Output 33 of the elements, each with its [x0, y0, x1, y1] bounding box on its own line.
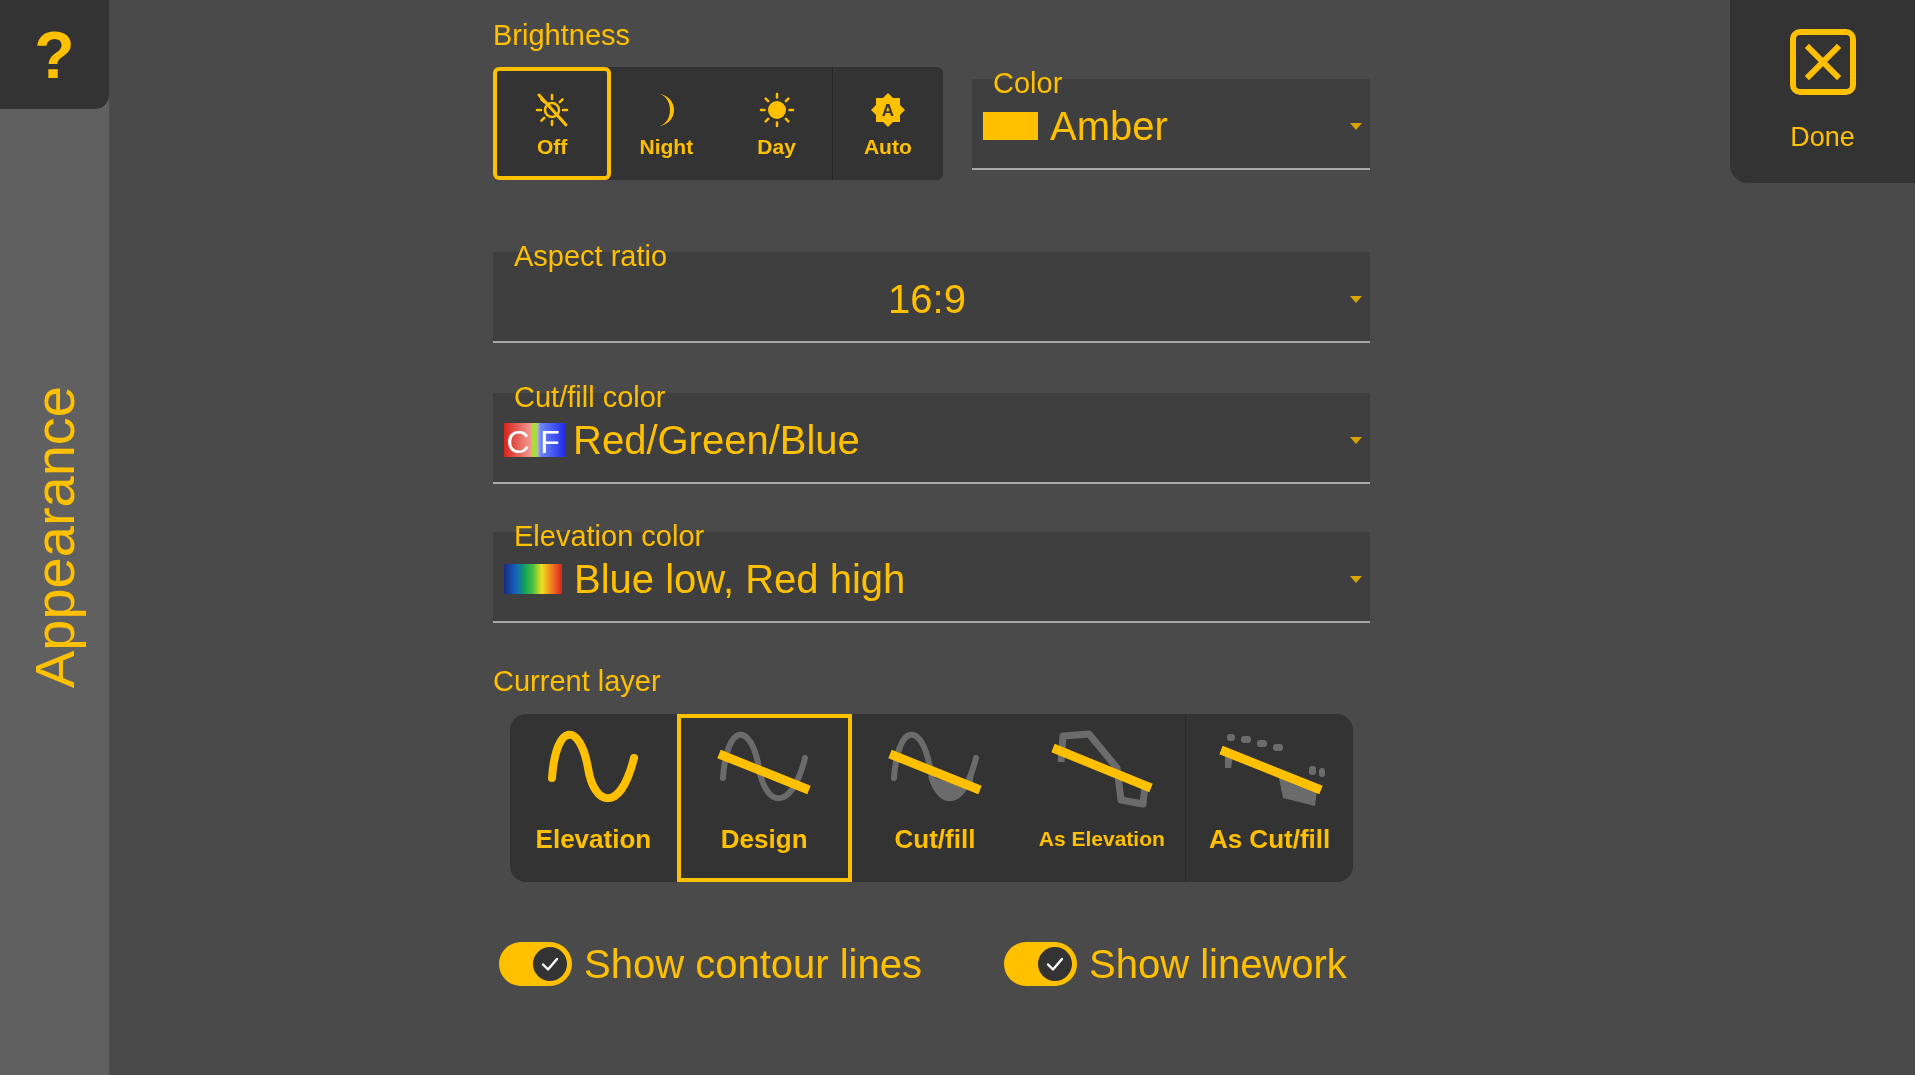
section-label: Current layer: [493, 664, 661, 698]
caret-icon: [1350, 122, 1362, 130]
close-icon: [1789, 29, 1856, 95]
sun-slash-icon: [534, 92, 571, 128]
toggle-switch[interactable]: [499, 942, 572, 986]
sun-icon: [758, 92, 795, 128]
check-icon: [1037, 947, 1072, 981]
toggle-switch[interactable]: [1003, 942, 1077, 986]
caret-icon: [1350, 436, 1362, 444]
done-button[interactable]: Done: [1730, 0, 1915, 183]
toggle-label: Show linework: [1088, 941, 1347, 988]
dropdown-label: Color: [992, 66, 1063, 100]
caret-icon: [1350, 575, 1362, 583]
mode-button[interactable]: Night: [611, 67, 722, 180]
layer-button[interactable]: As Cut/fill: [1185, 714, 1353, 882]
caret-icon: [1350, 295, 1362, 303]
dropdown-label: Cut/fill color: [513, 380, 666, 414]
layer-button[interactable]: Design: [676, 714, 852, 882]
dropdown-label: Elevation color: [513, 519, 705, 553]
gradient-swatch-icon: C F: [504, 423, 565, 457]
mode-button[interactable]: A Auto: [831, 67, 943, 180]
check-icon: [533, 947, 567, 981]
gradient-swatch-icon: [504, 564, 562, 594]
mode-button[interactable]: Day: [721, 67, 832, 180]
toggle-label: Show contour lines: [584, 941, 922, 988]
section-label: Brightness: [493, 18, 630, 52]
layer-button[interactable]: As Elevation: [1018, 714, 1186, 882]
layer-button[interactable]: Elevation: [510, 714, 677, 882]
dropdown-label: Aspect ratio: [513, 239, 668, 273]
help-button[interactable]: ?: [0, 0, 109, 109]
layer-button[interactable]: Cut/fill: [851, 714, 1019, 882]
mode-button[interactable]: Off: [493, 67, 612, 180]
starburst-icon: A: [869, 92, 906, 128]
